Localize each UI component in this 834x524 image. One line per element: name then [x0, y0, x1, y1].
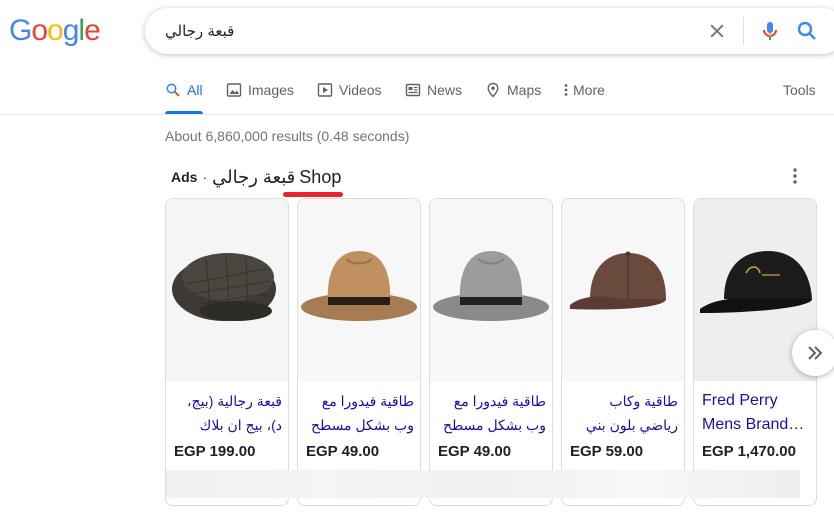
product-price: EGP 199.00 — [174, 443, 256, 460]
tab-label: More — [573, 82, 605, 98]
tab-label: Videos — [339, 82, 382, 98]
product-price: EGP 49.00 — [438, 443, 512, 460]
search-icon[interactable] — [795, 19, 819, 43]
product-price: EGP 59.00 — [570, 443, 644, 460]
brown-fedora-icon — [298, 199, 420, 381]
logo-letter: g — [62, 14, 80, 47]
logo-letter: o — [47, 14, 64, 47]
tab-maps[interactable]: Maps — [485, 78, 541, 114]
product-card[interactable]: قبعة رجالية (بيج، د)، بيج ان بلاك EGP 19… — [165, 198, 289, 506]
tab-images[interactable]: Images — [226, 78, 294, 114]
product-card[interactable]: طاقية فيدورا مع وب بشكل مسطح EGP 49.00 — [429, 198, 553, 506]
ads-query: قبعة رجالي — [212, 166, 296, 187]
image-icon — [226, 83, 242, 97]
news-icon — [405, 83, 421, 97]
search-box[interactable]: قبعة رجالي — [145, 8, 834, 54]
product-title[interactable]: طاقية فيدورا مع وب بشكل مسطح — [438, 389, 546, 439]
result-stats: About 6,860,000 results (0.48 seconds) — [165, 128, 410, 144]
tab-label: All — [187, 82, 203, 98]
tab-label: News — [427, 82, 463, 98]
flat-cap-icon — [166, 199, 288, 381]
tab-news[interactable]: News — [405, 78, 462, 114]
annotation-underline — [283, 192, 343, 197]
product-image[interactable] — [166, 199, 288, 381]
close-icon[interactable] — [707, 21, 727, 41]
more-vert-icon — [564, 84, 568, 96]
product-title[interactable]: طاقية وكاب رياضي بلون بني — [570, 389, 678, 439]
google-logo[interactable]: Google — [9, 14, 101, 48]
grey-fedora-icon — [430, 199, 552, 381]
product-price: EGP 49.00 — [306, 443, 380, 460]
brown-cap-icon — [562, 199, 684, 381]
tab-label: Maps — [507, 82, 542, 98]
product-image[interactable] — [430, 199, 552, 381]
ads-shop-label: Shop — [299, 166, 342, 187]
tabs-divider — [0, 114, 834, 115]
blurred-merchant-row — [166, 470, 800, 498]
search-icon — [166, 83, 180, 97]
search-input[interactable]: قبعة رجالي — [165, 22, 234, 40]
product-card[interactable]: طاقية وكاب رياضي بلون بني EGP 59.00 — [561, 198, 685, 506]
logo-letter: e — [84, 14, 101, 47]
microphone-icon[interactable] — [758, 19, 782, 43]
ads-label: Ads — [171, 169, 198, 185]
product-title[interactable]: Fred Perry Mens Brand… — [702, 389, 810, 439]
more-options-icon[interactable] — [786, 166, 804, 186]
logo-letter: G — [9, 14, 32, 47]
search-divider — [743, 17, 744, 45]
product-price: EGP 1,470.00 — [702, 443, 796, 460]
product-image[interactable] — [298, 199, 420, 381]
product-card[interactable]: طاقية فيدورا مع وب بشكل مسطح EGP 49.00 — [297, 198, 421, 506]
tab-all[interactable]: All — [165, 78, 203, 114]
tab-label: Images — [248, 82, 294, 98]
tab-videos[interactable]: Videos — [317, 78, 382, 114]
logo-letter: o — [31, 14, 48, 47]
double-chevron-right-icon — [808, 346, 823, 360]
tools-button[interactable]: Tools — [783, 78, 816, 102]
carousel-next-button[interactable] — [792, 330, 834, 376]
ads-header: Ads · قبعة رجالي Shop — [171, 164, 341, 190]
product-title[interactable]: طاقية فيدورا مع وب بشكل مسطح — [306, 389, 414, 439]
map-pin-icon — [487, 82, 499, 98]
video-icon — [317, 83, 333, 97]
product-title[interactable]: قبعة رجالية (بيج، د)، بيج ان بلاك — [174, 389, 282, 439]
tab-more[interactable]: More — [563, 78, 605, 114]
ads-separator: · — [202, 169, 208, 185]
product-image[interactable] — [562, 199, 684, 381]
